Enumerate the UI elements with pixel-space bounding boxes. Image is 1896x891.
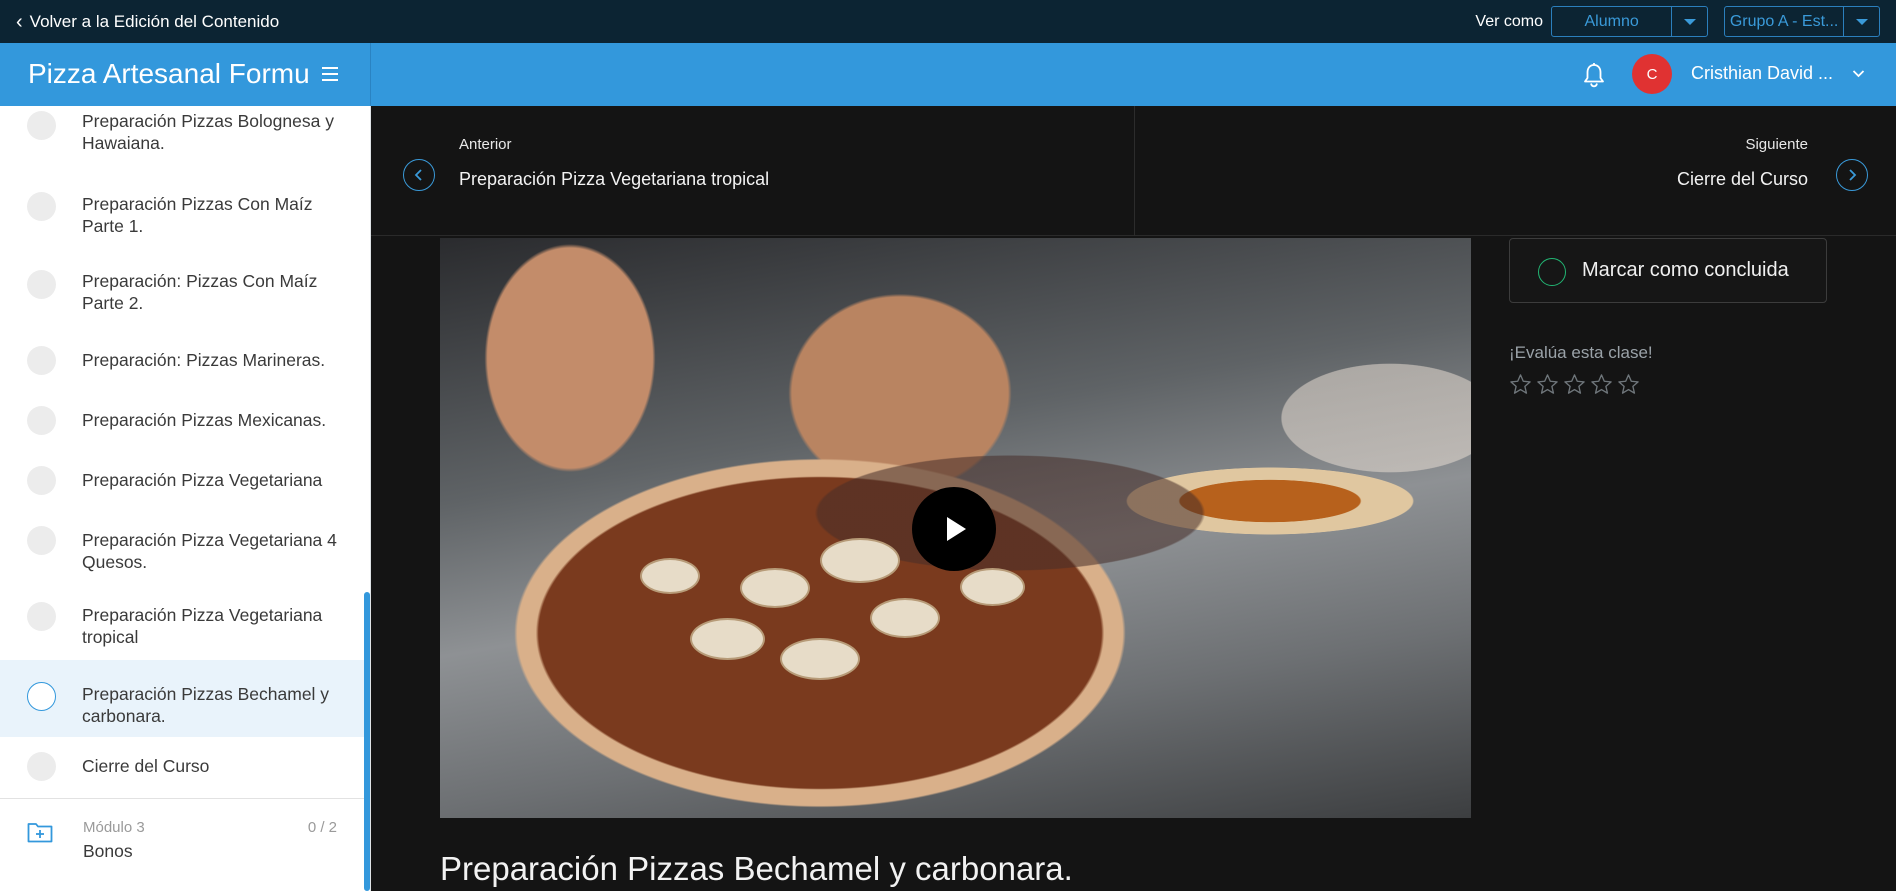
video-frame-detail	[960, 568, 1025, 606]
admin-topbar: ‹ Volver a la Edición del Contenido Ver …	[0, 0, 1896, 43]
video-frame-detail	[690, 618, 765, 660]
back-to-edit-link[interactable]: ‹ Volver a la Edición del Contenido	[16, 12, 279, 32]
lesson-status-circle	[27, 270, 56, 299]
chevron-down-icon[interactable]	[1852, 67, 1865, 80]
lesson-item[interactable]: Cierre del Curso	[0, 737, 364, 797]
play-button[interactable]	[912, 487, 996, 571]
lesson-item-label: Preparación: Pizzas Marineras.	[82, 350, 326, 370]
lesson-item[interactable]: Preparación Pizzas Mexicanas.	[0, 398, 364, 458]
mark-complete-label: Marcar como concluida	[1582, 259, 1789, 281]
lesson-status-circle	[27, 752, 56, 781]
star-icon[interactable]	[1590, 373, 1613, 396]
notification-bell-icon[interactable]	[1583, 62, 1605, 88]
chevron-down-icon[interactable]	[1843, 7, 1879, 36]
role-select-value: Alumno	[1584, 12, 1639, 30]
lesson-item-label: Preparación: Pizzas Con Maíz Parte 2.	[82, 271, 318, 313]
lesson-title: Preparación Pizzas Bechamel y carbonara.	[440, 850, 1073, 887]
lesson-item[interactable]: Preparación: Pizzas Marineras.	[0, 338, 364, 398]
course-title: Pizza Artesanal Formulado	[28, 58, 310, 89]
mark-complete-button[interactable]: Marcar como concluida	[1509, 238, 1827, 303]
lesson-nav: Anterior Preparación Pizza Vegetariana t…	[371, 106, 1896, 236]
app-root: ‹ Volver a la Edición del Contenido Ver …	[0, 0, 1896, 891]
view-as-controls: Ver como Alumno Grupo A - Est...	[1475, 0, 1896, 43]
chevron-down-icon[interactable]	[1671, 7, 1707, 36]
lesson-status-circle	[27, 602, 56, 631]
module-name: Bonos	[83, 841, 133, 861]
next-lesson-title: Cierre del Curso	[1676, 169, 1808, 189]
lesson-status-circle	[27, 111, 56, 140]
menu-toggle-icon[interactable]	[322, 67, 338, 81]
chevron-right-icon[interactable]	[1836, 159, 1868, 191]
role-select[interactable]: Alumno	[1551, 6, 1708, 37]
lesson-item-label: Cierre del Curso	[82, 756, 210, 776]
next-lesson-link[interactable]: Siguiente Cierre del Curso	[1135, 106, 1896, 236]
lesson-status-circle	[27, 682, 56, 711]
lesson-item-label: Preparación Pizzas Con Maíz Parte 1.	[82, 194, 313, 236]
lesson-sidebar: Preparación Pizzas Bolognesa y Hawaiana.…	[0, 106, 371, 891]
video-frame-detail	[740, 568, 810, 608]
lesson-item-label: Preparación Pizza Vegetariana tropical	[82, 605, 323, 647]
module-label: Módulo 3	[83, 819, 145, 836]
star-icon[interactable]	[1536, 373, 1559, 396]
module-progress-count: 0 / 2	[307, 819, 337, 836]
lesson-item[interactable]: Preparación Pizza Vegetariana	[0, 458, 364, 518]
video-frame-detail	[820, 538, 900, 583]
rating-stars	[1509, 373, 1640, 396]
play-icon	[947, 517, 966, 541]
header-divider	[370, 43, 371, 106]
lesson-item-label: Preparación Pizzas Mexicanas.	[82, 410, 327, 430]
lesson-item-label: Preparación Pizzas Bechamel y carbonara.	[82, 684, 330, 726]
star-icon[interactable]	[1617, 373, 1640, 396]
lesson-status-circle	[27, 526, 56, 555]
video-frame-detail	[780, 638, 860, 680]
rating-label: ¡Evalúa esta clase!	[1509, 343, 1653, 362]
lesson-item-active[interactable]: Preparación Pizzas Bechamel y carbonara.	[0, 660, 364, 737]
lesson-item-label: Preparación Pizza Vegetariana 4 Quesos.	[82, 530, 337, 572]
lesson-item[interactable]: Preparación: Pizzas Con Maíz Parte 2.	[0, 261, 364, 331]
lesson-item-label: Preparación Pizza Vegetariana	[82, 470, 323, 490]
check-circle-icon	[1538, 258, 1566, 286]
group-select-value: Grupo A - Est...	[1729, 12, 1839, 30]
lesson-item-label: Preparación Pizzas Bolognesa y Hawaiana.	[82, 111, 334, 153]
next-label: Siguiente	[1745, 136, 1808, 153]
group-select[interactable]: Grupo A - Est...	[1724, 6, 1880, 37]
star-icon[interactable]	[1509, 373, 1532, 396]
module-item[interactable]: Módulo 3 0 / 2 Bonos	[0, 799, 364, 891]
lesson-video-player[interactable]	[440, 238, 1471, 818]
star-icon[interactable]	[1563, 373, 1586, 396]
lesson-status-circle	[27, 466, 56, 495]
folder-add-icon	[27, 823, 53, 843]
lesson-item[interactable]: Preparación Pizza Vegetariana tropical	[0, 593, 364, 670]
user-name[interactable]: Cristhian David ...	[1691, 63, 1833, 84]
lesson-item[interactable]: Preparación Pizza Vegetariana 4 Quesos.	[0, 518, 364, 593]
view-as-label: Ver como	[1475, 12, 1543, 30]
back-to-edit-label: Volver a la Edición del Contenido	[29, 11, 280, 31]
lesson-status-circle	[27, 406, 56, 435]
lesson-status-circle	[27, 346, 56, 375]
course-header: Pizza Artesanal Formulado C Cristhian Da…	[0, 43, 1896, 106]
video-frame-detail	[640, 558, 700, 594]
lesson-item[interactable]: Preparación Pizzas Con Maíz Parte 1.	[0, 184, 364, 254]
chevron-left-icon: ‹	[16, 10, 23, 33]
lesson-item[interactable]: Preparación Pizzas Bolognesa y Hawaiana.	[0, 106, 364, 176]
avatar[interactable]: C	[1632, 54, 1672, 94]
previous-lesson-title: Preparación Pizza Vegetariana tropical	[459, 169, 770, 189]
previous-label: Anterior	[459, 136, 512, 153]
video-frame-detail	[870, 598, 940, 638]
sidebar-scrollbar[interactable]	[364, 592, 370, 891]
chevron-left-icon[interactable]	[403, 159, 435, 191]
lesson-status-circle	[27, 192, 56, 221]
previous-lesson-link[interactable]: Anterior Preparación Pizza Vegetariana t…	[371, 106, 1134, 236]
